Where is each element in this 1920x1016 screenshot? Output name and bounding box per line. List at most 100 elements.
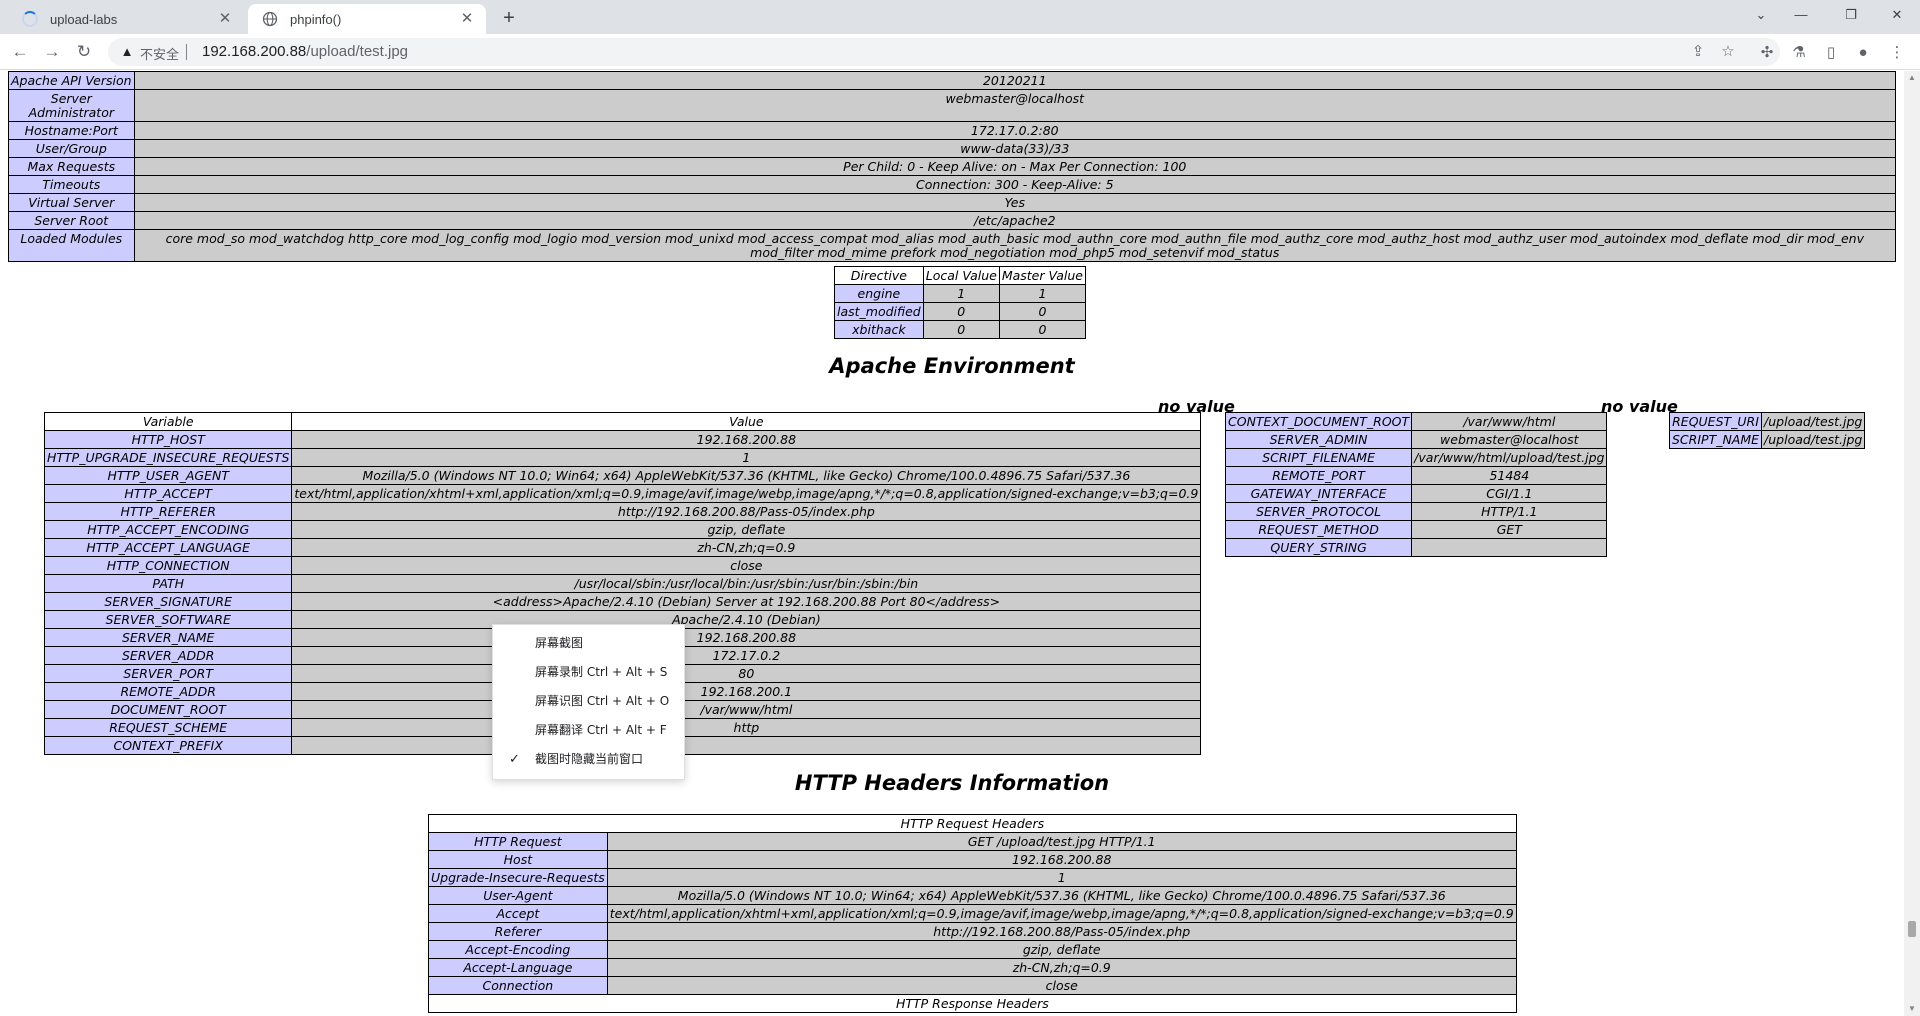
menu-item-screen-ocr[interactable]: 屏幕识图 Ctrl + Alt + O [493, 687, 684, 716]
row-value: 20120211 [133, 71, 1897, 90]
tab-title: phpinfo() [290, 11, 342, 27]
header-name: Accept [428, 904, 608, 923]
table-row: User-Agent Mozilla/5.0 (Windows NT 10.0; … [428, 886, 1517, 905]
address-bar[interactable]: ▲ 不安全 192.168.200.88/upload/test.jpg ⇪ ☆ [108, 38, 1780, 66]
minimize-button[interactable]: — [1788, 4, 1814, 26]
env-value: 192.168.200.88 [291, 628, 1202, 647]
env-value: <address>Apache/2.4.10 (Debian) Server a… [291, 592, 1202, 611]
local-value: 1 [922, 284, 1000, 303]
directive-name: engine [834, 284, 924, 303]
menu-item-hide-window[interactable]: ✓ 截图时隐藏当前窗口 [493, 745, 684, 774]
table-row: REQUEST_METHOD GET [1224, 520, 1608, 539]
share-icon[interactable]: ⇪ [1688, 42, 1708, 62]
table-row: Referer http://192.168.200.88/Pass-05/ind… [428, 922, 1517, 941]
request-headers-title: HTTP Request Headers [428, 814, 1517, 833]
table-row: GATEWAY_INTERFACE CGI/1.1 [1224, 484, 1608, 503]
table-row: Server Root/etc/apache2 [8, 211, 1897, 230]
url-text[interactable]: 192.168.200.88/upload/test.jpg [202, 43, 408, 60]
tab-search-icon[interactable]: ⌄ [1748, 4, 1774, 26]
env-value: HTTP/1.1 [1411, 502, 1608, 521]
header-name: User-Agent [428, 886, 608, 905]
apache-environment-heading: Apache Environment [829, 354, 1075, 378]
tab-title: upload-labs [50, 11, 118, 27]
header-value: GET /upload/test.jpg HTTP/1.1 [606, 832, 1517, 851]
warning-icon[interactable]: ▲ [118, 43, 136, 61]
scrollbar-thumb[interactable] [1908, 921, 1916, 937]
table-row: SERVER_PROTOCOL HTTP/1.1 [1224, 502, 1608, 521]
env-value: 192.168.200.88 [291, 430, 1202, 449]
header-name: Accept-Encoding [428, 940, 608, 959]
menu-item-screen-record[interactable]: 屏幕录制 Ctrl + Alt + S [493, 658, 684, 687]
profile-avatar-icon[interactable]: ● [1852, 42, 1874, 64]
table-row: Upgrade-Insecure-Requests 1 [428, 868, 1517, 887]
table-row: SCRIPT_FILENAME/var/www/html/upload/test… [1224, 448, 1608, 467]
env-value: 80 [291, 664, 1202, 683]
new-tab-button[interactable]: + [496, 6, 522, 32]
table-row: PATH/usr/local/sbin:/usr/local/bin:/usr/… [43, 574, 1202, 593]
row-value: /etc/apache2 [133, 211, 1897, 230]
forward-icon[interactable]: → [40, 40, 64, 64]
apache-config-table: Apache API Version 20120211 Server Admini… [8, 71, 1897, 262]
column-header: Local Value [922, 266, 1000, 285]
row-value: core mod_so mod_watchdog http_core mod_l… [133, 229, 1897, 262]
env-name: REQUEST_METHOD [1224, 520, 1413, 539]
env-name: SERVER_PORT [43, 664, 293, 683]
env-value [291, 736, 1202, 755]
env-name: DOCUMENT_ROOT [43, 700, 293, 719]
row-label: Server Administrator [8, 89, 135, 122]
menu-kebab-icon[interactable]: ⋮ [1886, 42, 1908, 64]
env-value: Apache/2.4.10 (Debian) [291, 610, 1202, 629]
env-value [1411, 538, 1608, 557]
env-name: REMOTE_PORT [1224, 466, 1413, 485]
column-header: Directive [834, 266, 924, 285]
side-panel-icon[interactable]: ▯ [1820, 42, 1842, 64]
env-value: 51484 [1411, 466, 1608, 485]
security-label[interactable]: 不安全 [140, 44, 179, 63]
loading-spinner-icon [22, 11, 38, 27]
lab-flask-icon[interactable]: ⚗ [1788, 42, 1810, 64]
header-name: Accept-Language [428, 958, 608, 977]
bookmark-star-icon[interactable]: ☆ [1718, 42, 1738, 62]
extensions-icon[interactable]: ✣ [1756, 42, 1778, 64]
header-value: close [606, 976, 1517, 995]
env-name: HTTP_ACCEPT_ENCODING [43, 520, 293, 539]
env-value: Mozilla/5.0 (Windows NT 10.0; Win64; x64… [291, 466, 1202, 485]
env-name: HTTP_USER_AGENT [43, 466, 293, 485]
header-name: Connection [428, 976, 608, 995]
window-close-button[interactable]: ✕ [1884, 4, 1910, 26]
tab-phpinfo[interactable]: phpinfo() ✕ [248, 4, 486, 34]
close-icon[interactable]: ✕ [216, 10, 234, 28]
row-value: webmaster@localhost [133, 89, 1897, 122]
table-row: last_modified 0 0 [834, 302, 1087, 321]
table-row: SERVER_ADMIN webmaster@localhost [1224, 430, 1608, 449]
vertical-scrollbar[interactable]: ▲ ▼ [1904, 71, 1920, 1016]
header-value: 192.168.200.88 [606, 850, 1517, 869]
tab-strip: upload-labs ✕ phpinfo() ✕ + ⌄ — ❐ ✕ [0, 0, 1920, 34]
menu-item-screenshot[interactable]: 屏幕截图 [493, 629, 684, 658]
menu-item-screen-translate[interactable]: 屏幕翻译 Ctrl + Alt + F [493, 716, 684, 745]
reload-icon[interactable]: ↻ [72, 40, 96, 64]
table-row: Accept text/html,application/xhtml+xml,ap… [428, 904, 1517, 923]
scroll-down-icon[interactable]: ▼ [1904, 1002, 1920, 1016]
env-name: SERVER_PROTOCOL [1224, 502, 1413, 521]
restore-button[interactable]: ❐ [1838, 4, 1864, 26]
scroll-up-icon[interactable]: ▲ [1904, 71, 1920, 85]
env-value: 192.168.200.1 [291, 682, 1202, 701]
env-value: 172.17.0.2 [291, 646, 1202, 665]
row-value: Per Child: 0 - Keep Alive: on - Max Per … [133, 157, 1897, 176]
header-value: zh-CN,zh;q=0.9 [606, 958, 1517, 977]
env-value: close [291, 556, 1202, 575]
close-icon[interactable]: ✕ [458, 10, 476, 28]
table-row: Max Requests Per Child: 0 - Keep Alive: o… [8, 157, 1897, 176]
menu-item-label: 屏幕翻译 Ctrl + Alt + F [535, 723, 667, 737]
env-value: webmaster@localhost [1411, 430, 1608, 449]
header-value: text/html,application/xhtml+xml,applicat… [606, 904, 1517, 923]
env-name: SERVER_SOFTWARE [43, 610, 293, 629]
env-value: GET [1411, 520, 1608, 539]
row-label: User/Group [8, 139, 135, 158]
env-name: HTTP_HOST [43, 430, 293, 449]
tab-upload-labs[interactable]: upload-labs ✕ [8, 4, 244, 34]
table-row: HTTP Request GET /upload/test.jpg HTTP/1.… [428, 832, 1517, 851]
context-menu: 屏幕截图 屏幕录制 Ctrl + Alt + S 屏幕识图 Ctrl + Alt… [492, 624, 685, 780]
back-icon[interactable]: ← [8, 40, 32, 64]
